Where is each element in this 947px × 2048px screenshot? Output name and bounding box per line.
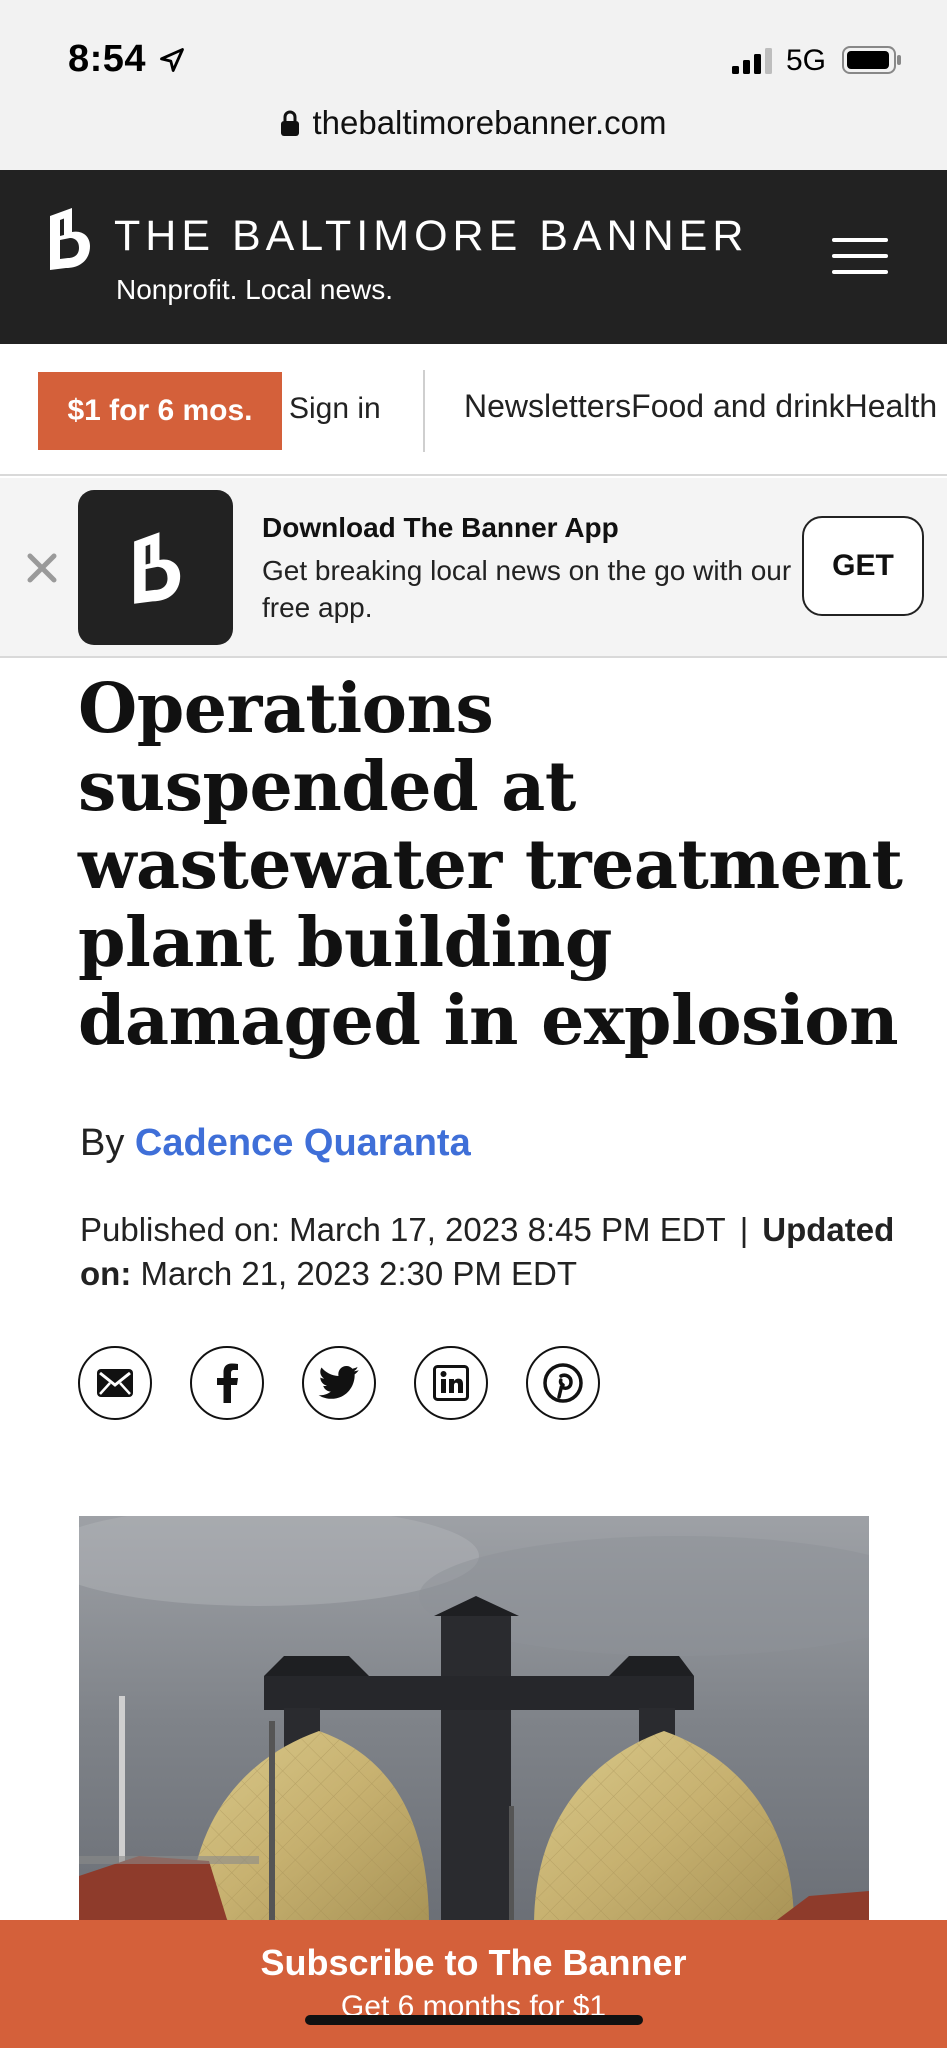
wastewater-plant-photo [79, 1516, 869, 1926]
status-time: 8:54 [68, 38, 147, 80]
close-icon[interactable] [24, 550, 60, 586]
pinterest-share-button[interactable] [526, 1346, 600, 1420]
app-banner-description: Get breaking local news on the go with o… [262, 555, 792, 623]
author-link[interactable]: Cadence Quaranta [135, 1122, 471, 1164]
promo-button[interactable]: $1 for 6 mos. [38, 372, 282, 450]
sign-in-link[interactable]: Sign in [289, 392, 381, 426]
subscribe-bar[interactable]: Subscribe to The Banner Get 6 months for… [0, 1920, 947, 2048]
nav-link-health[interactable]: Health [845, 388, 938, 424]
nav-divider [423, 370, 425, 452]
network-type: 5G [786, 44, 827, 77]
twitter-icon [318, 1366, 359, 1399]
status-bar: 8:54 5G thebaltimorebanner.com [0, 0, 947, 170]
url-text: thebaltimorebanner.com [312, 104, 667, 141]
get-app-button[interactable]: GET [802, 516, 924, 616]
date-separator: | [739, 1211, 749, 1248]
hamburger-menu-icon[interactable] [832, 238, 888, 278]
brand-tagline: Nonprofit. Local news. [116, 274, 394, 305]
banner-logo-icon[interactable] [46, 206, 92, 272]
lock-icon [281, 110, 300, 136]
email-share-button[interactable] [78, 1346, 152, 1420]
app-icon [78, 490, 233, 645]
nav-link-food-and-drink[interactable]: Food and drink [631, 388, 844, 424]
subscribe-title: Subscribe to The Banner [260, 1942, 687, 1983]
nav-row: $1 for 6 mos. Sign in NewslettersFood an… [0, 344, 947, 476]
home-indicator[interactable] [305, 2015, 643, 2025]
signal-icon [732, 48, 772, 74]
article-dates: Published on: March 17, 2023 8:45 PM EDT… [80, 1208, 910, 1296]
linkedin-share-button[interactable] [414, 1346, 488, 1420]
share-buttons [78, 1346, 600, 1422]
app-banner-title: Download The Banner App [262, 512, 619, 543]
facebook-icon [217, 1363, 238, 1403]
location-arrow-icon [160, 48, 184, 72]
published-date: March 17, 2023 8:45 PM EDT [289, 1211, 726, 1248]
facebook-share-button[interactable] [190, 1346, 264, 1420]
byline-prefix: By [80, 1122, 125, 1164]
section-nav: NewslettersFood and drinkHealth [464, 388, 937, 425]
nav-link-newsletters[interactable]: Newsletters [464, 388, 631, 424]
email-icon [97, 1369, 133, 1397]
pinterest-icon [543, 1363, 583, 1403]
banner-logo-icon [134, 532, 181, 604]
url-bar[interactable]: thebaltimorebanner.com [0, 104, 947, 142]
app-download-banner: Download The Banner App Get breaking loc… [0, 478, 947, 658]
site-header: THE BALTIMORE BANNER Nonprofit. Local ne… [0, 170, 947, 344]
byline: By Cadence Quaranta [80, 1122, 471, 1165]
article-photo [79, 1516, 869, 1926]
twitter-share-button[interactable] [302, 1346, 376, 1420]
article-headline: Operations suspended at wastewater treat… [78, 669, 903, 1061]
linkedin-icon [433, 1365, 469, 1401]
published-label: Published on: [80, 1211, 280, 1248]
battery-icon [842, 46, 901, 74]
updated-date: March 21, 2023 2:30 PM EDT [140, 1255, 578, 1292]
brand-name[interactable]: THE BALTIMORE BANNER [114, 212, 748, 261]
